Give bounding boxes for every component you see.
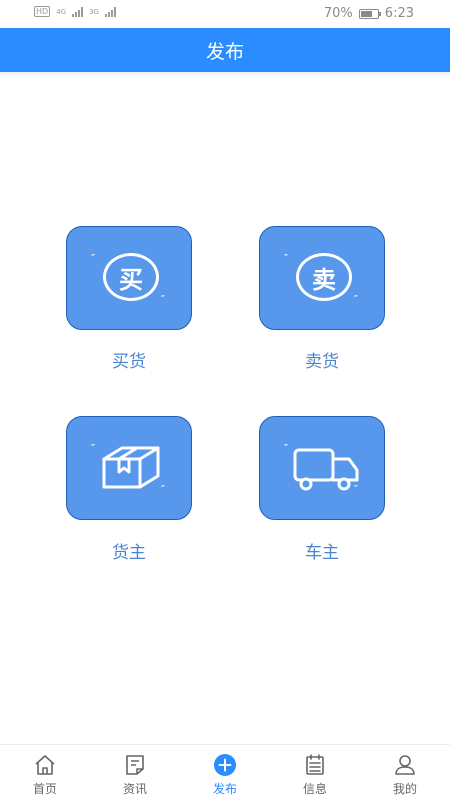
- quote-mark: ″: [353, 293, 358, 306]
- person-icon: [395, 755, 415, 775]
- quote-mark: ″: [91, 252, 96, 265]
- tab-label: 发布: [212, 782, 237, 796]
- network-type-2: 3G: [89, 7, 99, 16]
- battery-percent: 70%: [323, 6, 353, 21]
- cargo-owner-button[interactable]: ″ ″: [66, 416, 192, 520]
- sell-glyph: 卖: [312, 265, 336, 294]
- truck-icon: [293, 448, 359, 491]
- plus-icon: [214, 754, 236, 776]
- battery-level: [360, 10, 372, 17]
- home-icon: [35, 755, 55, 775]
- tab-publish[interactable]: 发布: [180, 745, 270, 800]
- battery-icon: [358, 8, 381, 19]
- sell-goods-label[interactable]: 卖货: [259, 347, 385, 372]
- status-bar: HD 4G 3G 70% 6:23: [0, 0, 450, 28]
- buy-goods-label[interactable]: 买货: [66, 347, 192, 372]
- buy-icon: 买: [103, 253, 159, 301]
- tab-info[interactable]: 信息: [270, 745, 360, 800]
- tab-news[interactable]: 资讯: [90, 745, 180, 800]
- news-icon: [126, 755, 144, 775]
- quote-mark: ″: [284, 252, 289, 265]
- bottom-tab-bar: 首页 资讯 发布 信息 我的: [0, 744, 450, 800]
- signal-icon-2: [104, 6, 116, 17]
- buy-glyph: 买: [119, 265, 143, 294]
- sell-icon: 卖: [296, 253, 352, 301]
- signal-icon: [72, 6, 84, 17]
- sell-goods-button[interactable]: ″ 卖 ″: [259, 226, 385, 330]
- status-right: 70% 6:23: [324, 6, 414, 21]
- quote-mark: ″: [160, 293, 165, 306]
- header-bar: 发布: [0, 28, 450, 72]
- tab-label: 我的: [392, 782, 417, 796]
- cargo-owner-label[interactable]: 货主: [66, 538, 192, 563]
- calendar-icon: [306, 754, 324, 775]
- quote-mark: ″: [160, 483, 165, 496]
- tab-mine[interactable]: 我的: [360, 745, 450, 800]
- network-type-1: 4G: [56, 7, 67, 16]
- clock: 6:23: [384, 6, 414, 21]
- page-title: 发布: [205, 40, 244, 63]
- tab-label: 首页: [32, 782, 57, 796]
- tab-label: 资讯: [122, 782, 147, 796]
- status-left: HD 4G 3G: [34, 6, 116, 17]
- hd-badge: HD: [34, 6, 51, 17]
- tab-label: 信息: [302, 782, 327, 796]
- truck-owner-button[interactable]: ″ ″: [259, 416, 385, 520]
- tab-home[interactable]: 首页: [0, 745, 90, 800]
- box-icon: [102, 446, 160, 489]
- truck-owner-label[interactable]: 车主: [259, 538, 385, 563]
- buy-goods-button[interactable]: ″ 买 ″: [66, 226, 192, 330]
- quote-mark: ″: [353, 483, 358, 496]
